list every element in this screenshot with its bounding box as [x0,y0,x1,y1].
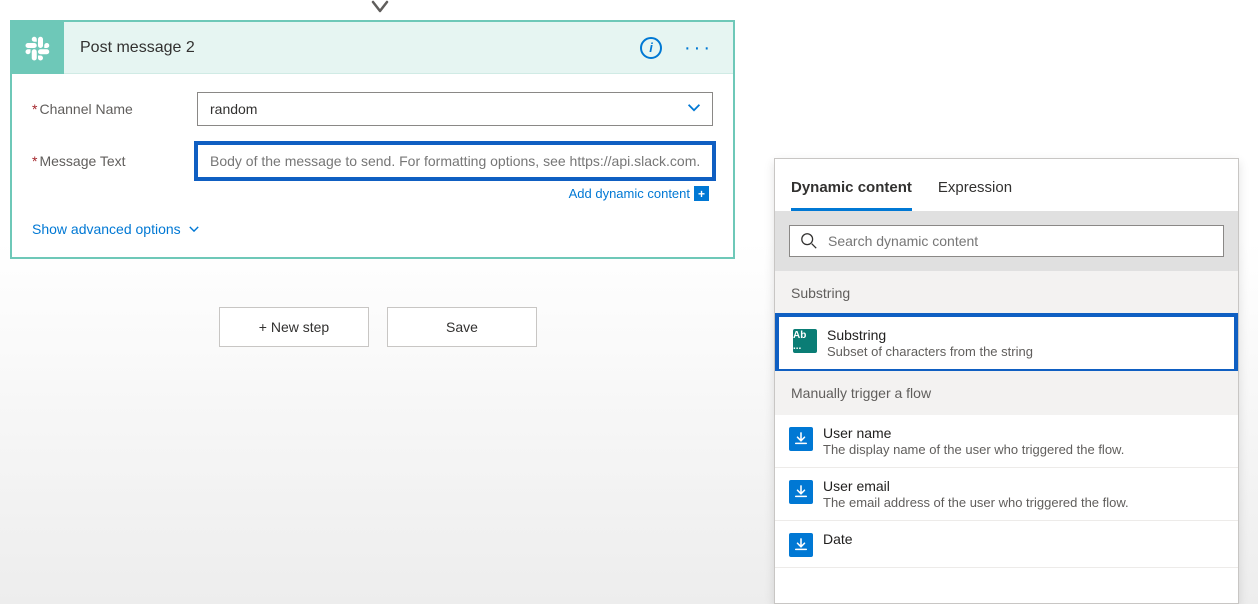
tab-expression[interactable]: Expression [938,169,1012,211]
advanced-label: Show advanced options [32,221,181,237]
search-input[interactable] [828,233,1213,249]
slack-icon [12,22,64,74]
plus-icon: + [694,186,709,201]
variable-icon: Ab ... [793,329,817,353]
channel-name-select[interactable]: random [197,92,713,126]
list-item-substring[interactable]: Ab ... Substring Subset of characters fr… [775,313,1238,373]
list-item-user-email[interactable]: User email The email address of the user… [775,468,1238,521]
list-item-user-name[interactable]: User name The display name of the user w… [775,415,1238,468]
item-title: Date [823,531,1224,547]
dynamic-content-flyout: Dynamic content Expression Substring Ab … [774,158,1239,604]
more-icon[interactable]: ··· [684,44,713,52]
tab-dynamic-content[interactable]: Dynamic content [791,169,912,211]
item-desc: Subset of characters from the string [827,344,1220,359]
search-box[interactable] [789,225,1224,257]
item-title: User name [823,425,1224,441]
list-item-date[interactable]: Date [775,521,1238,568]
trigger-icon [789,427,813,451]
action-card: Post message 2 i ··· Channel Name random… [10,20,735,259]
show-advanced-options[interactable]: Show advanced options [32,221,713,237]
add-dynamic-content-link[interactable]: Add dynamic content + [32,186,713,201]
trigger-icon [789,533,813,557]
message-text-input[interactable] [197,144,713,178]
info-icon[interactable]: i [640,37,662,59]
message-text-label: Message Text [32,153,197,169]
section-header: Substring [775,271,1238,315]
action-header[interactable]: Post message 2 i ··· [12,22,733,74]
channel-name-label: Channel Name [32,101,197,117]
add-dynamic-label: Add dynamic content [569,186,690,201]
action-title: Post message 2 [64,39,640,57]
search-icon [800,232,818,250]
section-header: Manually trigger a flow [775,371,1238,415]
dynamic-content-list[interactable]: Substring Ab ... Substring Subset of cha… [775,271,1238,603]
chevron-down-icon [187,222,201,236]
item-desc: The display name of the user who trigger… [823,442,1224,457]
new-step-button[interactable]: + New step [219,307,369,347]
item-title: Substring [827,327,1220,343]
item-desc: The email address of the user who trigge… [823,495,1224,510]
item-title: User email [823,478,1224,494]
trigger-icon [789,480,813,504]
save-button[interactable]: Save [387,307,537,347]
